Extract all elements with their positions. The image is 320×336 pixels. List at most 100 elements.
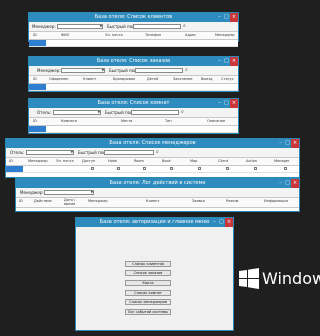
table-row[interactable] [29,84,238,91]
rooms-titlebar[interactable]: База отеля: Список комнат – □ × [29,99,238,108]
minimize-button[interactable]: – [216,99,223,108]
col-room[interactable]: Комната [61,119,77,123]
maximize-button[interactable]: □ [223,13,230,22]
maximize-button[interactable]: □ [223,99,230,108]
minimize-button[interactable]: – [216,13,223,22]
search-input[interactable] [104,150,154,155]
selected-cell[interactable] [6,166,23,172]
access-checkbox[interactable] [91,167,94,170]
client-checkbox[interactable] [226,167,229,170]
col-status[interactable]: Статус [221,77,234,81]
log-titlebar[interactable]: База отеля: Лог действий в системе – □ × [16,179,299,188]
col-client[interactable]: Client [218,159,228,163]
col-email[interactable]: Эл. почта [56,159,74,163]
col-description[interactable]: Описание [207,119,225,123]
col-phone[interactable]: Телефон [145,33,161,37]
col-booked[interactable]: Бронирован [113,77,135,81]
clients-titlebar[interactable]: База отеля: Список клиентов – □ × [29,13,238,22]
manager-select[interactable]: ▼ [44,190,94,195]
col-request[interactable]: Заявка [192,199,205,203]
col-manager[interactable]: Менеджер [215,33,235,37]
main-menu-title: База отеля: авторизация и главное меню [99,219,210,225]
search-input[interactable] [131,110,179,115]
col-room[interactable]: Room [134,159,144,163]
col-id[interactable]: ID [33,119,37,123]
log-toolbar: Менеджер: ▼ [16,188,299,197]
action-checkbox[interactable] [254,167,257,170]
col-info[interactable]: Информация [264,199,288,203]
search-input[interactable] [135,68,183,73]
rooms-list-button[interactable]: Список комнат [125,290,171,296]
main-menu-titlebar[interactable]: База отеля: авторизация и главное меню –… [76,218,233,227]
manager-checkbox[interactable] [284,167,287,170]
col-manager[interactable]: Менеджер [88,199,108,203]
hotel-checkbox[interactable] [117,167,120,170]
table-row[interactable] [6,166,299,173]
close-button[interactable]: × [230,57,238,66]
system-log-button[interactable]: Лог событий системы [125,309,171,315]
search-icon[interactable]: ⌕ [185,67,188,73]
col-name[interactable]: ФИО [61,33,69,37]
map-button[interactable]: Карта [125,280,171,286]
close-button[interactable]: × [291,139,299,148]
selected-cell[interactable] [29,40,46,46]
managers-titlebar[interactable]: База отеля: Список менеджеров – □ × [6,139,299,148]
minimize-button[interactable]: – [277,139,284,148]
room-checkbox[interactable] [143,167,146,170]
col-checkout[interactable]: Выезд [201,77,213,81]
search-icon[interactable]: ⌕ [183,23,186,29]
col-action[interactable]: Действие [34,199,52,203]
maximize-button[interactable]: □ [284,139,291,148]
col-client[interactable]: Клиент [146,199,159,203]
minimize-button[interactable]: – [211,218,218,227]
col-id[interactable]: ID [9,159,13,163]
orders-titlebar[interactable]: База отеля: Список заказов – □ × [29,57,238,66]
col-children[interactable]: Детей [147,77,158,81]
col-datetime[interactable]: Дата / время [64,198,78,206]
search-icon[interactable]: ⌕ [181,109,184,115]
selected-cell[interactable] [29,126,46,132]
col-manager-access[interactable]: Manager [274,159,289,163]
col-id[interactable]: ID [19,199,23,203]
col-created[interactable]: Оформлен [49,77,68,81]
col-client[interactable]: Клиент [83,77,96,81]
manager-select[interactable]: ▼ [57,24,103,29]
hotel-select[interactable]: ▼ [53,110,101,115]
book-checkbox[interactable] [170,167,173,170]
search-icon[interactable]: ⌕ [156,149,159,155]
map-checkbox[interactable] [198,167,201,170]
manager-select[interactable]: ▼ [61,68,105,73]
col-hotel[interactable]: Hotel [108,159,117,163]
col-email[interactable]: Эл. почта [105,33,123,37]
col-access[interactable]: Доступ [82,159,95,163]
col-type[interactable]: Тип [165,119,172,123]
maximize-button[interactable]: □ [218,218,225,227]
close-button[interactable]: × [291,179,299,188]
col-id[interactable]: ID [33,77,37,81]
selected-cell[interactable] [29,84,46,90]
col-address[interactable]: Адрес [185,33,196,37]
col-action[interactable]: Action [246,159,257,163]
close-button[interactable]: × [225,218,233,227]
minimize-button[interactable]: – [216,57,223,66]
maximize-button[interactable]: □ [223,57,230,66]
orders-list-button[interactable]: Список заказов [125,270,171,276]
close-button[interactable]: × [230,13,238,22]
hotel-select[interactable]: ▼ [26,150,74,155]
close-button[interactable]: × [230,99,238,108]
col-book[interactable]: Book [162,159,171,163]
col-seats[interactable]: Места [121,119,132,123]
col-checkin[interactable]: Заселение [173,77,193,81]
minimize-button[interactable]: – [277,179,284,188]
maximize-button[interactable]: □ [284,179,291,188]
col-manager[interactable]: Менеджер [28,159,48,163]
clients-list-button[interactable]: Список клиентов [125,261,171,267]
search-input[interactable] [133,24,181,29]
managers-header: ID Менеджер Эл. почта Доступ Hotel Room … [6,157,299,166]
table-row[interactable] [29,40,238,47]
col-id[interactable]: ID [33,33,37,37]
managers-list-button[interactable]: Список менеджеров [125,299,171,305]
col-map[interactable]: Map [190,159,197,163]
table-row[interactable] [29,126,238,133]
col-mode[interactable]: Режим [226,199,238,203]
